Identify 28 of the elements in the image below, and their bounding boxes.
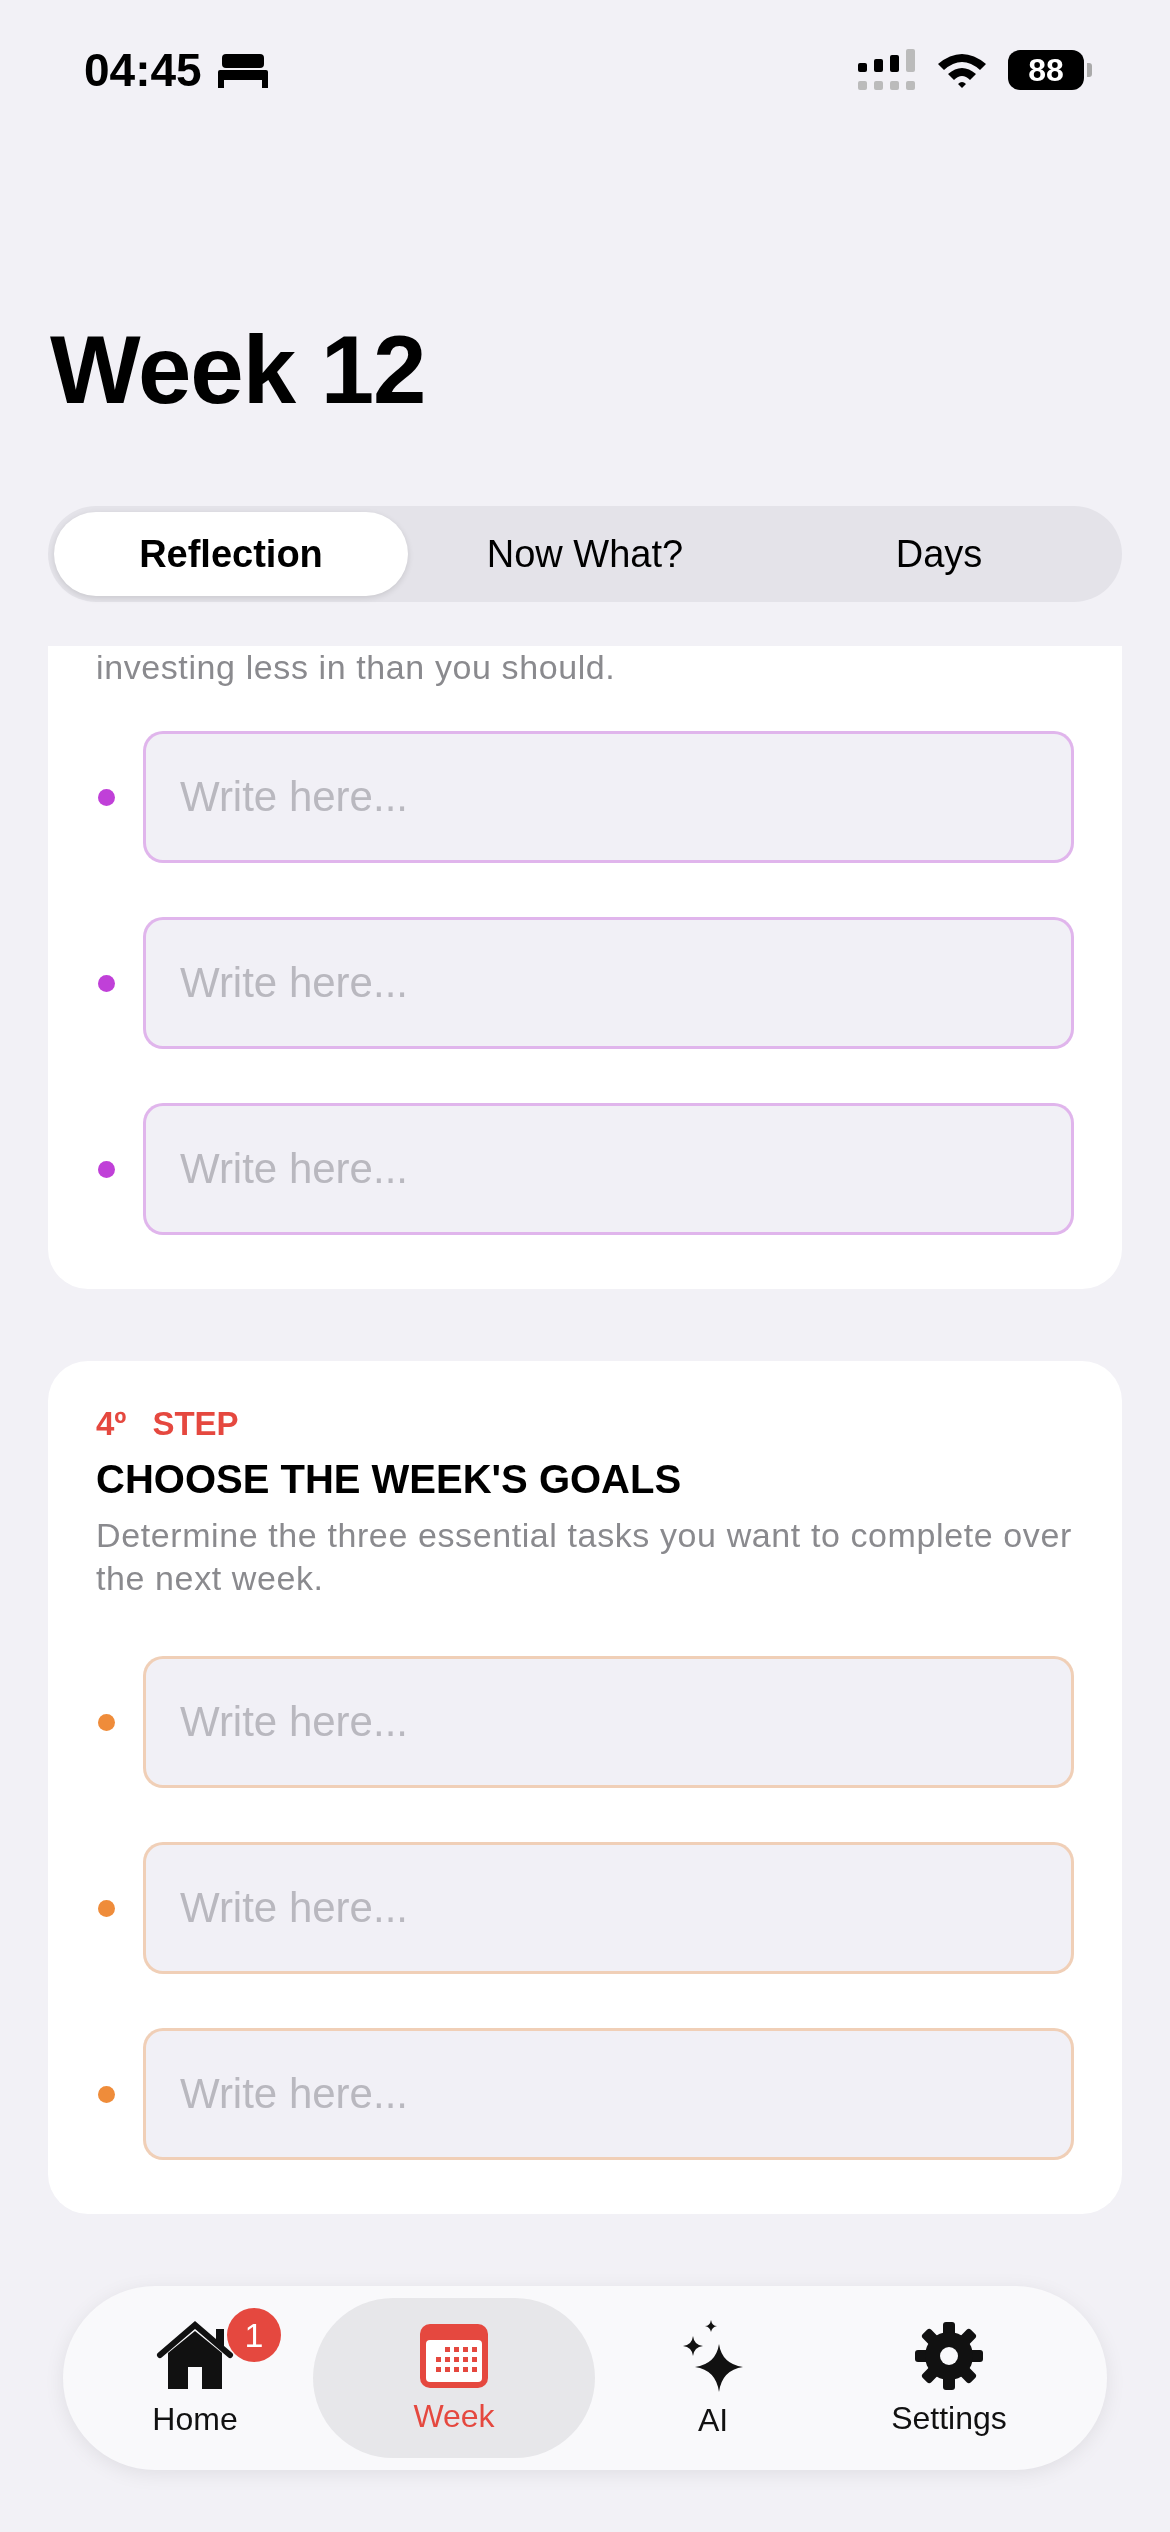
segment-tab[interactable]: Days — [762, 512, 1116, 596]
tab-bar-item[interactable]: Home 1 — [77, 2298, 313, 2458]
tab-label: AI — [697, 2401, 729, 2439]
step-number: 4º — [96, 1405, 127, 1443]
step-description: investing less in than you should. — [96, 647, 617, 688]
segment-tab[interactable]: Reflection — [54, 512, 408, 596]
signal-icon — [858, 49, 916, 91]
tab-bar-item[interactable]: Settings — [831, 2298, 1067, 2458]
page-title: Week 12 — [50, 315, 427, 425]
tab-bar-item[interactable]: AI — [595, 2298, 831, 2458]
tab-label: Week — [413, 2397, 495, 2435]
segment-tab[interactable]: Now What? — [408, 512, 762, 596]
gear-icon — [913, 2319, 985, 2392]
input-field[interactable]: Write here... — [143, 1656, 1074, 1788]
input-field[interactable]: Write here... — [143, 1103, 1074, 1235]
calendar-icon — [418, 2321, 490, 2390]
step-title: CHOOSE THE WEEK'S GOALS — [96, 1457, 683, 1502]
notification-badge: 1 — [227, 2308, 281, 2362]
input-field[interactable]: Write here... — [143, 917, 1074, 1049]
bed-icon — [215, 52, 270, 88]
step-label: STEP — [152, 1405, 239, 1443]
status-time: 04:45 — [84, 43, 202, 97]
tab-label: Settings — [891, 2399, 1007, 2437]
input-field[interactable]: Write here... — [143, 1842, 1074, 1974]
step-description: Determine the three essential tasks you want to complete over the next week. — [96, 1515, 1073, 1599]
input-field[interactable]: Write here... — [143, 2028, 1074, 2160]
tab-label: Home — [152, 2400, 238, 2438]
input-field[interactable]: Write here... — [143, 731, 1074, 863]
